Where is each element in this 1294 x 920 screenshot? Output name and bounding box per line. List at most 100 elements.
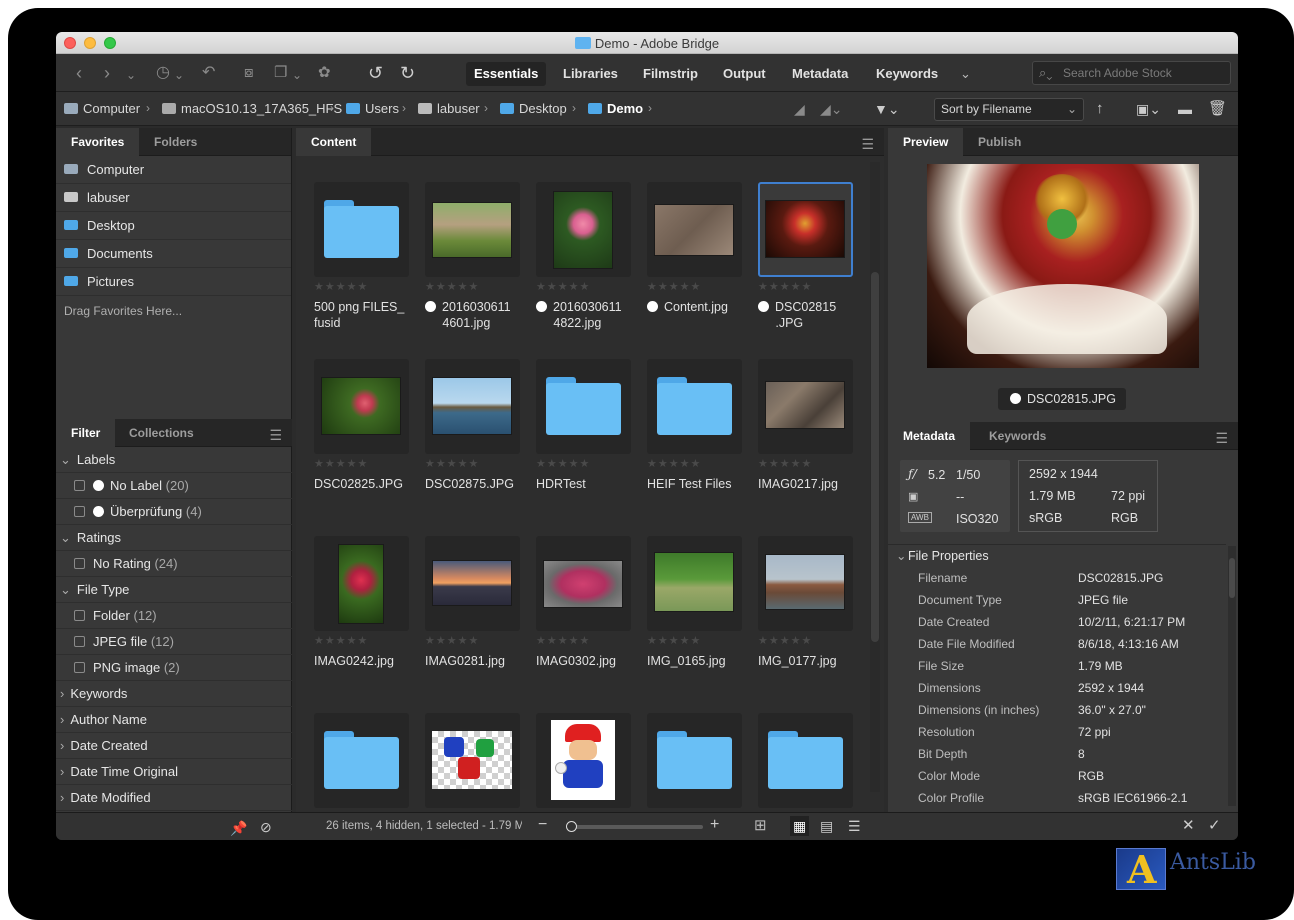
workspace-libraries[interactable]: Libraries [555, 62, 626, 86]
thumbnail-cell[interactable] [425, 536, 520, 631]
checkbox[interactable] [74, 636, 85, 647]
thumbnail-item[interactable] [536, 713, 631, 808]
search-stock-input[interactable]: ⌕⌄ Search Adobe Stock [1032, 61, 1231, 85]
panel-menu-icon[interactable]: ☰ [1215, 430, 1228, 447]
thumbnail-cell[interactable] [536, 359, 631, 454]
checkbox[interactable] [74, 480, 85, 491]
preview-image[interactable] [927, 164, 1199, 368]
thumbnail-cell[interactable] [536, 713, 631, 808]
breadcrumb-labuser[interactable]: labuser [418, 101, 480, 116]
checkbox[interactable] [74, 610, 85, 621]
open-recent-icon[interactable]: ▣⌄ [1136, 99, 1161, 119]
filter-ratings-header[interactable]: ⌄ Ratings [56, 525, 292, 551]
recent-history-icon[interactable]: ◷ [156, 63, 170, 83]
thumbnail-cell[interactable] [536, 536, 631, 631]
rating-stars[interactable]: ★★★★★ [314, 634, 409, 648]
checkbox[interactable] [74, 558, 85, 569]
tab-filter[interactable]: Filter [56, 419, 116, 447]
zoom-in-icon[interactable]: + [710, 815, 719, 835]
tab-content[interactable]: Content [296, 128, 372, 156]
tab-preview[interactable]: Preview [888, 128, 964, 156]
workspace-metadata[interactable]: Metadata [784, 62, 856, 86]
back-arrow-icon[interactable]: ‹ [76, 63, 82, 83]
rating-stars[interactable]: ★★★★★ [425, 457, 520, 471]
filter-labels-header[interactable]: ⌄ Labels [56, 447, 292, 473]
new-folder-icon[interactable]: ▬ [1178, 99, 1192, 119]
filter-no-rating[interactable]: No Rating (24) [56, 551, 292, 577]
thumbnail-cell[interactable] [314, 536, 409, 631]
thumbnail-quality-icon[interactable]: ◢ [794, 99, 805, 119]
content-scrollbar[interactable] [870, 162, 880, 792]
thumbnail-item[interactable]: ★★★★★ DSC02825.JPG [314, 359, 409, 492]
chevron-down-icon[interactable]: ⌄ [174, 65, 184, 85]
rating-stars[interactable]: ★★★★★ [536, 280, 631, 294]
filter-date-time-original-header[interactable]: › Date Time Original [56, 759, 292, 785]
clear-filter-icon[interactable]: ⊘ [260, 817, 272, 837]
slider-thumb[interactable] [566, 821, 577, 832]
workspace-keywords[interactable]: Keywords [868, 62, 946, 86]
favorite-computer[interactable]: Computer [56, 156, 291, 184]
zoom-out-icon[interactable]: − [538, 815, 547, 835]
favorite-pictures[interactable]: Pictures [56, 268, 291, 296]
scrollbar-thumb[interactable] [1229, 558, 1235, 598]
rating-stars[interactable]: ★★★★★ [647, 634, 742, 648]
rating-stars[interactable]: ★★★★★ [758, 280, 853, 294]
refine-icon[interactable]: ❐ [274, 63, 287, 83]
chevron-down-icon[interactable]: ⌄ [292, 65, 302, 85]
thumbnail-cell[interactable] [314, 182, 409, 277]
thumbnail-item[interactable] [314, 713, 409, 808]
thumbnail-item[interactable]: ★★★★★ HDRTest [536, 359, 631, 492]
tab-favorites[interactable]: Favorites [56, 128, 140, 156]
sort-ascending-icon[interactable]: ↑ [1096, 99, 1104, 119]
thumbnail-cell[interactable] [425, 182, 520, 277]
thumbnail-cell[interactable] [536, 182, 631, 277]
thumbnail-cell[interactable] [314, 713, 409, 808]
workspace-menu-chevron-icon[interactable]: ⌄ [960, 64, 971, 84]
thumbnail-item[interactable]: ★★★★★ IMAG0302.jpg [536, 536, 631, 669]
thumbnail-item[interactable]: ★★★★★ 2016030611 4601.jpg [425, 182, 520, 331]
favorite-labuser[interactable]: labuser [56, 184, 291, 212]
rating-stars[interactable]: ★★★★★ [314, 457, 409, 471]
thumbnail-cell[interactable] [647, 182, 742, 277]
photo-downloader-icon[interactable]: ✿ [318, 63, 331, 83]
filter-no-label[interactable]: No Label (20) [56, 473, 292, 499]
thumbnail-item[interactable]: ★★★★★ IMAG0242.jpg [314, 536, 409, 669]
tab-publish[interactable]: Publish [963, 128, 1036, 156]
file-properties-header[interactable]: ⌄ File Properties [888, 545, 1226, 567]
tab-keywords[interactable]: Keywords [974, 422, 1061, 450]
rating-filter-icon[interactable]: ◢⌄ [820, 99, 843, 119]
list-view-icon[interactable]: ☰ [848, 816, 861, 836]
filter-keywords-header[interactable]: › Keywords [56, 681, 292, 707]
thumbnail-cell[interactable] [425, 713, 520, 808]
favorite-desktop[interactable]: Desktop [56, 212, 291, 240]
thumbnail-item[interactable]: ★★★★★ IMG_0177.jpg [758, 536, 853, 669]
thumbnail-item[interactable]: ★★★★★ 2016030611 4822.jpg [536, 182, 631, 331]
workspace-essentials[interactable]: Essentials [466, 62, 547, 86]
sort-select[interactable]: Sort by Filename ⌄ [934, 98, 1084, 121]
checkbox[interactable] [74, 506, 85, 517]
thumbnail-cell[interactable] [425, 359, 520, 454]
thumbnail-item[interactable]: ★★★★★ DSC02875.JPG [425, 359, 520, 492]
thumbnail-item[interactable] [647, 713, 742, 808]
filter-items-icon[interactable]: ▼⌄ [874, 99, 900, 119]
thumbnail-view-icon[interactable]: ▦ [790, 816, 810, 836]
thumbnail-item[interactable]: ★★★★★ 500 png FILES_ fusid [314, 182, 409, 331]
filter-folder[interactable]: Folder (12) [56, 603, 292, 629]
thumbnail-item[interactable] [425, 713, 520, 808]
pin-icon[interactable]: 📌 [230, 818, 247, 838]
rating-stars[interactable]: ★★★★★ [425, 280, 520, 294]
thumbnail-cell[interactable] [758, 359, 853, 454]
details-view-icon[interactable]: ▤ [820, 816, 833, 836]
checkbox[interactable] [74, 662, 85, 673]
thumbnail-item[interactable]: ★★★★★ Content.jpg [647, 182, 742, 315]
return-to-app-icon[interactable]: ↶ [202, 63, 215, 83]
filter-jpeg[interactable]: JPEG file (12) [56, 629, 292, 655]
scrollbar-thumb[interactable] [871, 272, 879, 642]
rotate-left-icon[interactable]: ↺ [368, 63, 383, 83]
grid-lock-icon[interactable]: ⊞ [754, 816, 767, 836]
thumbnail-item[interactable]: ★★★★★ IMAG0217.jpg [758, 359, 853, 492]
chevron-down-icon[interactable]: ⌄ [126, 65, 136, 85]
rating-stars[interactable]: ★★★★★ [536, 457, 631, 471]
breadcrumb-demo[interactable]: Demo [588, 101, 643, 116]
breadcrumb-desktop[interactable]: Desktop [500, 101, 567, 116]
